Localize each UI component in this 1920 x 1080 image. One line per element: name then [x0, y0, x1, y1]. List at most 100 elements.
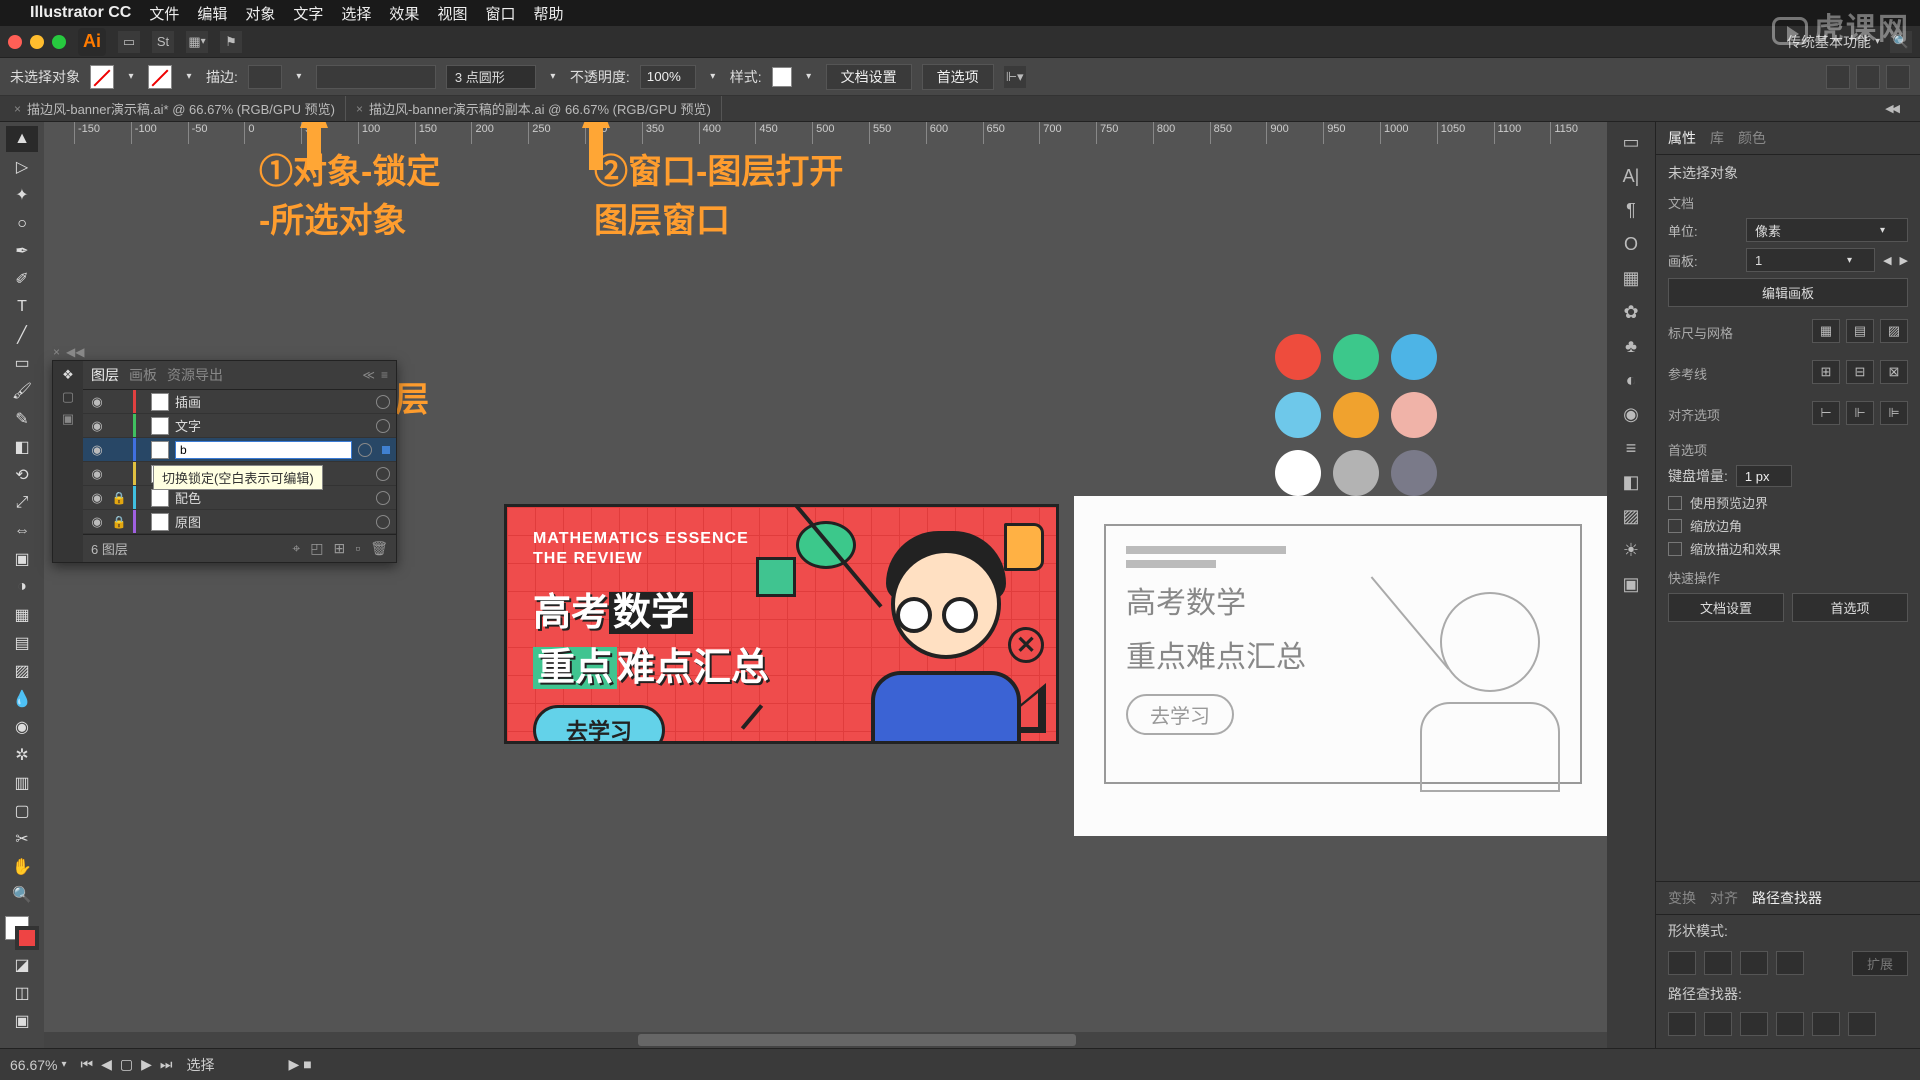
document-tab[interactable]: × 描边风-banner演示稿.ai* @ 66.67% (RGB/GPU 预览…: [4, 96, 346, 121]
stroke-weight-input[interactable]: [248, 65, 282, 89]
shape-builder-tool-icon[interactable]: ◑: [6, 574, 38, 600]
character-icon[interactable]: A|: [1616, 162, 1646, 190]
gradient-icon[interactable]: ◧: [1616, 468, 1646, 496]
zoom-tool-icon[interactable]: 🔍: [6, 882, 38, 908]
brushes-icon[interactable]: ✿: [1616, 298, 1646, 326]
minus-front-icon[interactable]: [1704, 951, 1732, 975]
artboard-tool-icon[interactable]: ▢: [6, 798, 38, 824]
bridge-icon[interactable]: ▭: [118, 31, 140, 53]
checkbox-preview-bounds[interactable]: 使用预览边界: [1668, 493, 1908, 512]
tab-properties[interactable]: 属性: [1668, 128, 1696, 148]
checkbox-scale-corners[interactable]: 缩放边角: [1668, 516, 1908, 535]
panel-close-icon[interactable]: ×: [53, 345, 60, 359]
intersect-icon[interactable]: [1740, 951, 1768, 975]
stroke-weight-stepper[interactable]: ▾: [292, 70, 306, 84]
collapse-panels-icon[interactable]: ◀◀: [1885, 102, 1916, 115]
visibility-toggle-icon[interactable]: ◉: [89, 394, 105, 410]
paragraph-icon[interactable]: ¶: [1616, 196, 1646, 224]
menu-type[interactable]: 文字: [293, 3, 323, 24]
layer-row[interactable]: ◉ 文字: [83, 414, 396, 438]
close-tab-icon[interactable]: ×: [356, 102, 363, 116]
menu-window[interactable]: 窗口: [485, 3, 515, 24]
color-mode-icon[interactable]: ◪: [6, 952, 38, 978]
menu-help[interactable]: 帮助: [533, 3, 563, 24]
tab-pathfinder[interactable]: 路径查找器: [1752, 888, 1822, 908]
draw-mode-icon[interactable]: ◫: [6, 980, 38, 1006]
create-sublayer-icon[interactable]: ⊞: [334, 540, 346, 557]
eyedropper-tool-icon[interactable]: 💧: [6, 686, 38, 712]
layer-row[interactable]: ◉: [83, 438, 396, 462]
snap-grid-icon[interactable]: ⊫: [1880, 401, 1908, 425]
opacity-input[interactable]: [640, 65, 696, 89]
perspective-grid-tool-icon[interactable]: ▦: [6, 602, 38, 628]
guide-hide-icon[interactable]: ⊞: [1812, 360, 1840, 384]
edit-artboard-button[interactable]: 编辑画板: [1668, 278, 1908, 307]
magic-wand-tool-icon[interactable]: ✦: [6, 182, 38, 208]
menu-file[interactable]: 文件: [149, 3, 179, 24]
column-graph-tool-icon[interactable]: ▥: [6, 770, 38, 796]
artboards-tab[interactable]: 画板: [129, 365, 157, 385]
panel-collapse-icon[interactable]: ◀◀: [66, 345, 84, 359]
transform-panel-icon[interactable]: [1826, 65, 1850, 89]
properties-icon[interactable]: ▭: [1616, 128, 1646, 156]
gpu-icon[interactable]: ⚑: [220, 31, 242, 53]
rectangle-tool-icon[interactable]: ▭: [6, 350, 38, 376]
stroke-swatch[interactable]: [148, 65, 172, 89]
layer-row[interactable]: ◉ 插画: [83, 390, 396, 414]
scale-tool-icon[interactable]: ⤢: [6, 490, 38, 516]
visibility-toggle-icon[interactable]: ◉: [89, 418, 105, 434]
target-icon[interactable]: [358, 443, 372, 457]
menu-object[interactable]: 对象: [245, 3, 275, 24]
symbol-sprayer-tool-icon[interactable]: ✲: [6, 742, 38, 768]
type-tool-icon[interactable]: T: [6, 294, 38, 320]
target-icon[interactable]: [376, 491, 390, 505]
artboard-nav[interactable]: ⏮◀▢▶⏭: [81, 1056, 173, 1073]
direct-selection-tool-icon[interactable]: ▷: [6, 154, 38, 180]
grid-icon[interactable]: ▤: [1846, 319, 1874, 343]
guide-lock-icon[interactable]: ⊟: [1846, 360, 1874, 384]
blend-tool-icon[interactable]: ◉: [6, 714, 38, 740]
hand-tool-icon[interactable]: ✋: [6, 854, 38, 880]
unit-select[interactable]: 像素 ▾: [1746, 218, 1908, 242]
mesh-tool-icon[interactable]: ▤: [6, 630, 38, 656]
outline-icon[interactable]: [1812, 1012, 1840, 1036]
keyboard-increment-input[interactable]: [1736, 465, 1792, 487]
selection-tool-icon[interactable]: ▲: [6, 126, 38, 152]
free-transform-tool-icon[interactable]: ▣: [6, 546, 38, 572]
visibility-toggle-icon[interactable]: ◉: [89, 466, 105, 482]
close-window-icon[interactable]: [8, 35, 22, 49]
expand-button[interactable]: 扩展: [1852, 951, 1908, 976]
make-clipping-mask-icon[interactable]: ◰: [310, 540, 323, 557]
graphic-styles-icon[interactable]: ▣: [1616, 570, 1646, 598]
stock-icon[interactable]: St: [152, 31, 174, 53]
pen-tool-icon[interactable]: ✒: [6, 238, 38, 264]
crop-icon[interactable]: [1776, 1012, 1804, 1036]
menu-effect[interactable]: 效果: [389, 3, 419, 24]
close-tab-icon[interactable]: ×: [14, 102, 21, 116]
horizontal-scrollbar[interactable]: [44, 1032, 1607, 1048]
menu-select[interactable]: 选择: [341, 3, 371, 24]
trim-icon[interactable]: [1704, 1012, 1732, 1036]
document-tab[interactable]: × 描边风-banner演示稿的副本.ai @ 66.67% (RGB/GPU …: [346, 96, 722, 121]
color-icon[interactable]: ◐: [1616, 366, 1646, 394]
appearance-icon[interactable]: ☀: [1616, 536, 1646, 564]
layer-name-input[interactable]: [175, 441, 352, 459]
visibility-toggle-icon[interactable]: ◉: [89, 490, 105, 506]
checkbox-scale-strokes[interactable]: 缩放描边和效果: [1668, 539, 1908, 558]
brush-input[interactable]: [316, 65, 436, 89]
layers-icon[interactable]: ❖: [62, 367, 74, 383]
document-setup-button[interactable]: 文档设置: [826, 64, 912, 90]
layer-row[interactable]: ◉ 🔒 › 原图: [83, 510, 396, 534]
tab-align[interactable]: 对齐: [1710, 888, 1738, 908]
opentype-icon[interactable]: O: [1616, 230, 1646, 258]
asset-export-icon[interactable]: ▣: [62, 411, 74, 427]
app-name[interactable]: Illustrator CC: [30, 4, 131, 22]
target-icon[interactable]: [376, 395, 390, 409]
layers-tab[interactable]: 图层: [91, 365, 119, 385]
divide-icon[interactable]: [1668, 1012, 1696, 1036]
workspace-switcher[interactable]: 传统基本功能 ▾: [1787, 32, 1880, 52]
lock-toggle-icon[interactable]: 🔒: [111, 515, 127, 529]
snap-point-icon[interactable]: ⊢: [1812, 401, 1840, 425]
transparency-grid-icon[interactable]: ▨: [1880, 319, 1908, 343]
arrange-docs-icon[interactable]: ▦▾: [186, 31, 208, 53]
